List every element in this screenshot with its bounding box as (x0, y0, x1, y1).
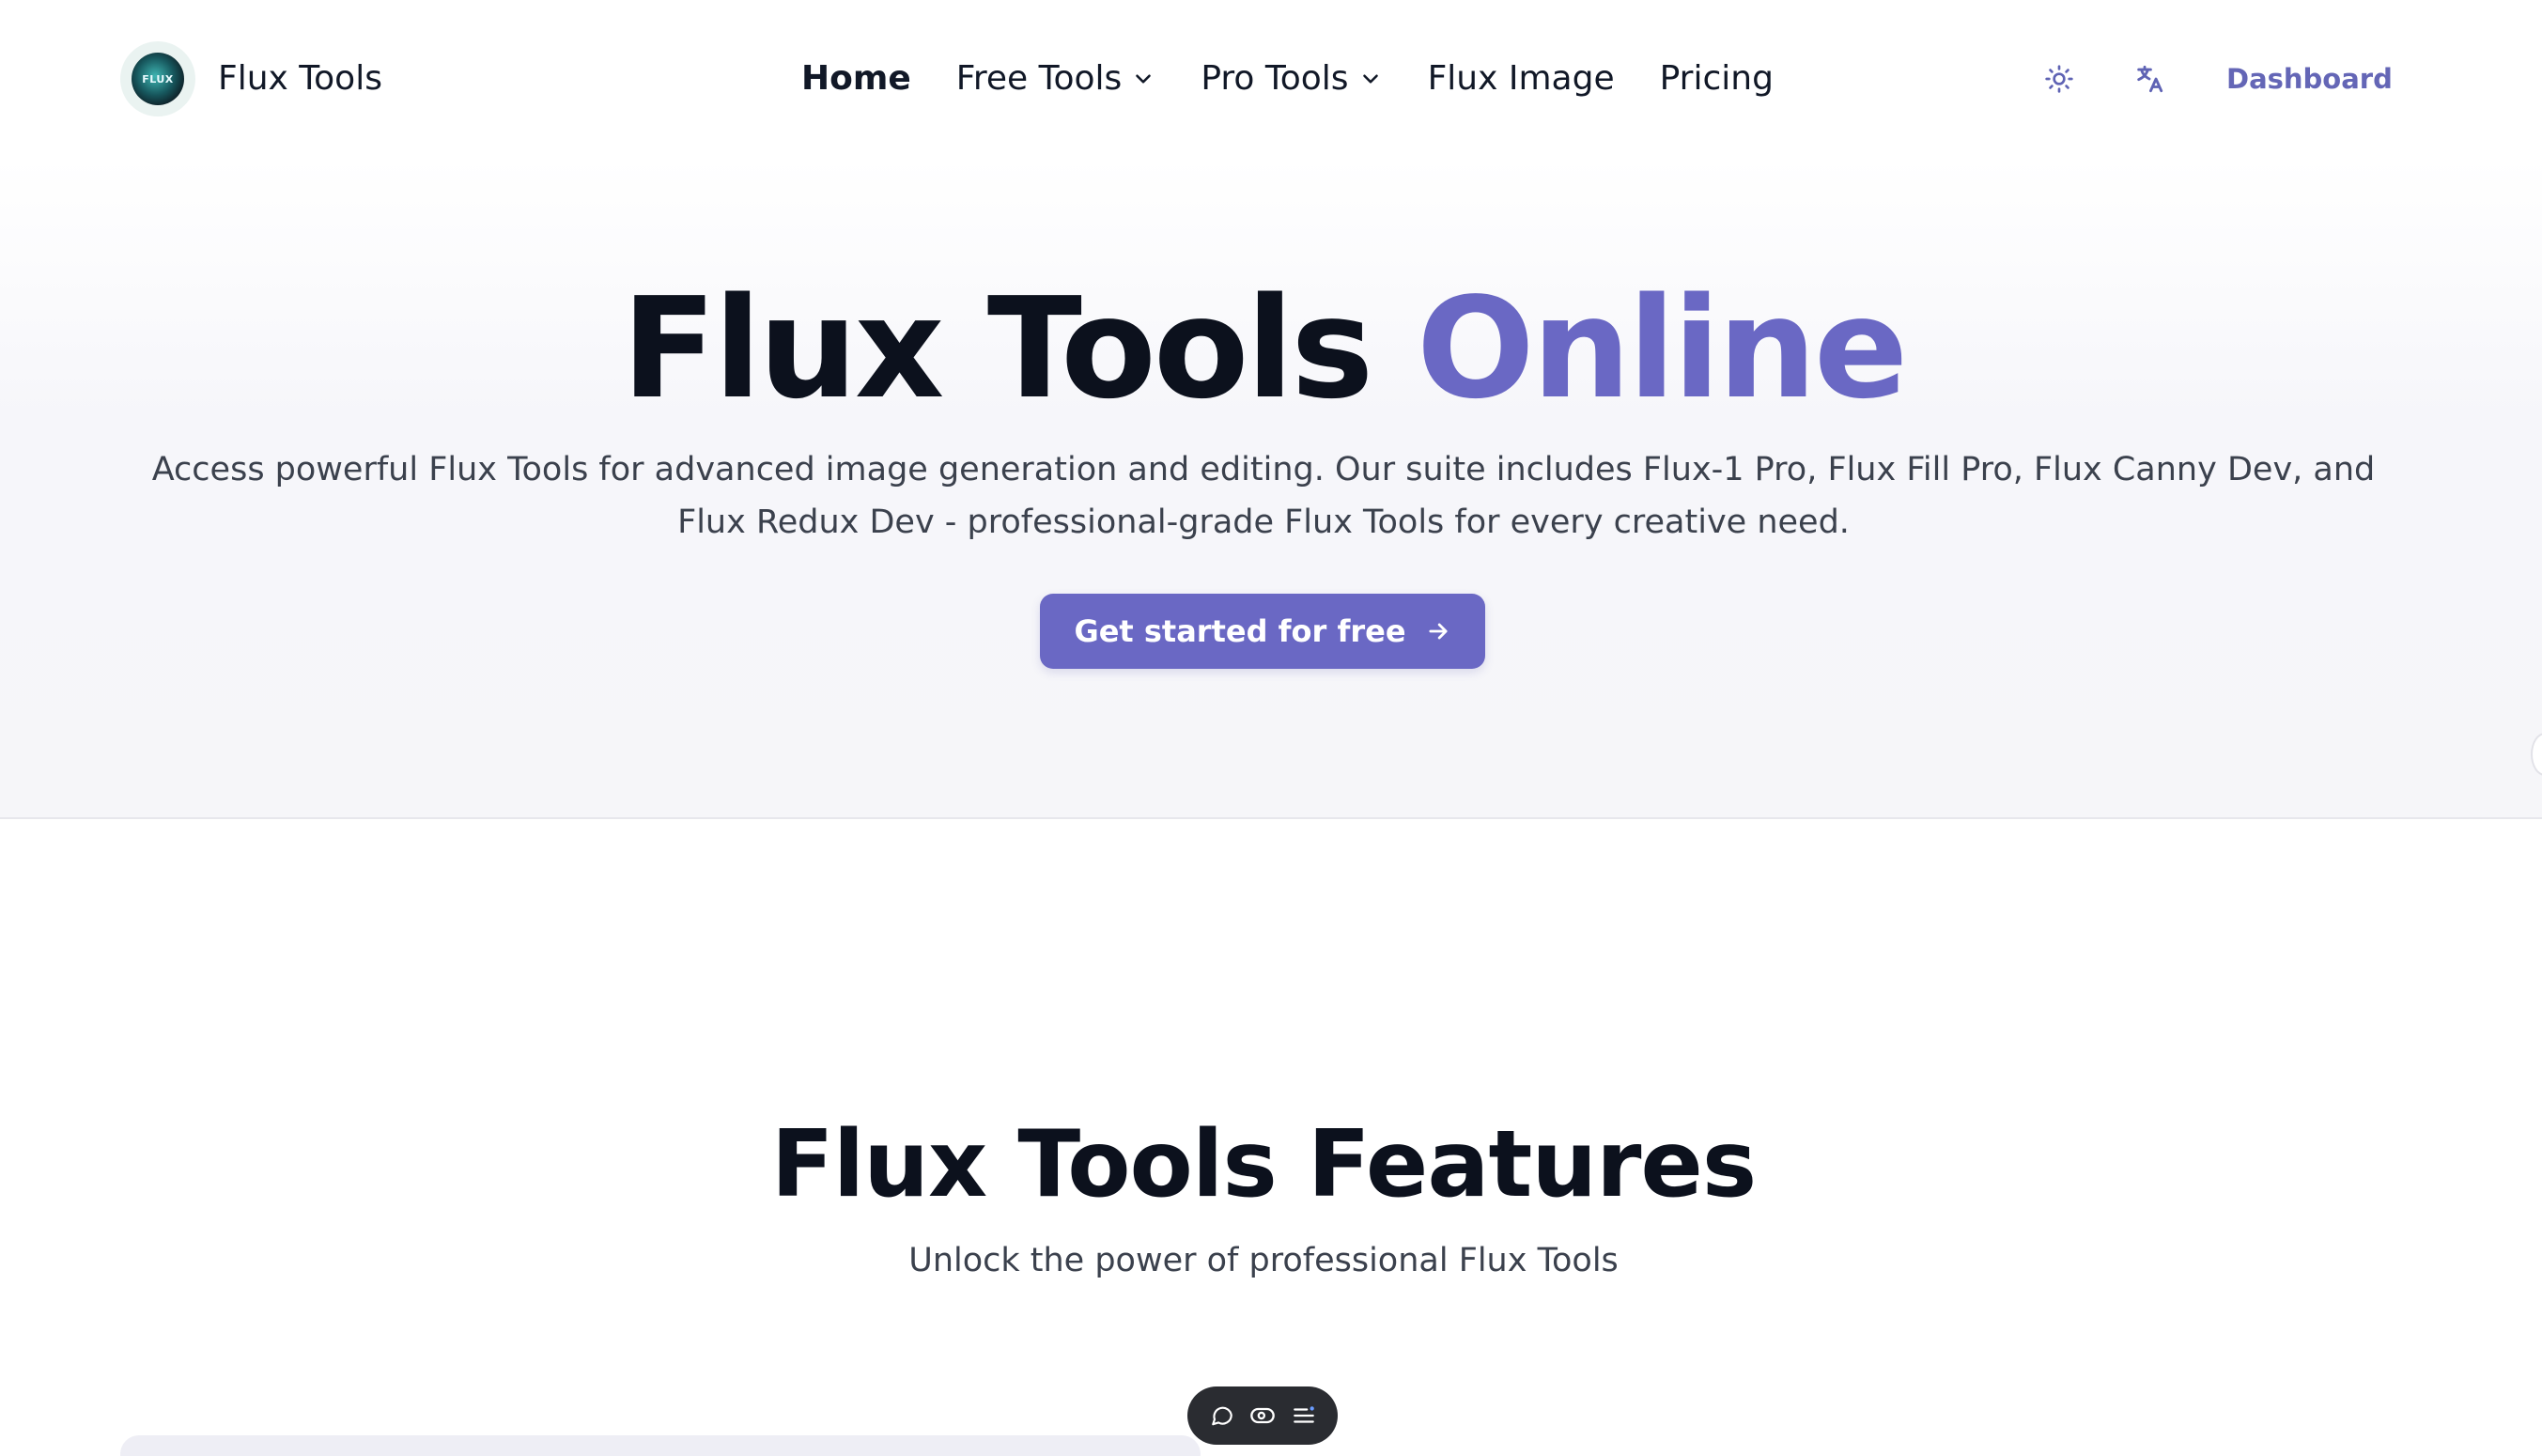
nav-item-pro-tools[interactable]: Pro Tools (1201, 54, 1382, 103)
hero-title: Flux Tools Online (0, 269, 2527, 428)
comment-button[interactable] (1206, 1400, 1238, 1432)
nav-item-pricing[interactable]: Pricing (1660, 54, 1774, 103)
menu-button[interactable] (1288, 1400, 1320, 1432)
hero-title-main: Flux Tools (621, 268, 1374, 429)
get-started-label: Get started for free (1074, 613, 1406, 649)
preview-button[interactable] (1247, 1400, 1279, 1432)
hero-description: Access powerful Flux Tools for advanced … (151, 451, 2376, 541)
feature-card (120, 1435, 1201, 1456)
comment-icon (1211, 1406, 1232, 1426)
brand-name[interactable]: Flux Tools (218, 54, 382, 103)
theme-toggle-button[interactable] (2031, 51, 2087, 107)
nav-item-label: Pro Tools (1201, 59, 1349, 98)
nav-item-flux-image[interactable]: Flux Image (1428, 54, 1615, 103)
chevron-down-icon (1136, 74, 1152, 84)
get-started-button[interactable]: Get started for free (1040, 594, 1485, 669)
eye-icon (1250, 1407, 1275, 1424)
menu-list-icon (1293, 1406, 1314, 1423)
logo-text: FLUX (142, 72, 174, 85)
nav-item-free-tools[interactable]: Free Tools (956, 54, 1156, 103)
nav-item-home[interactable]: Home (801, 54, 911, 103)
translate-icon (2137, 65, 2163, 93)
language-button[interactable] (2121, 51, 2178, 107)
logo-mark: FLUX (132, 53, 184, 105)
site-header: FLUX Flux Tools Home Free Tools Pro Tool… (0, 0, 2542, 158)
nav-item-label: Free Tools (955, 59, 1123, 98)
chevron-down-icon (1362, 74, 1378, 84)
hero-section: Flux Tools Online Access powerful Flux T… (0, 158, 2542, 819)
hero-title-accent: Online (1416, 268, 1908, 429)
nav-item-label: Pricing (1659, 59, 1774, 98)
features-subtitle: Unlock the power of professional Flux To… (908, 1242, 1619, 1279)
nav-item-label: Flux Image (1427, 59, 1615, 98)
nav-item-label: Home (801, 59, 911, 98)
dashboard-button[interactable]: Dashboard (2226, 56, 2393, 101)
floating-toolbar (1187, 1386, 1338, 1445)
arrow-right-icon (1428, 623, 1448, 640)
sun-icon (2045, 65, 2073, 93)
features-title: Flux Tools Features (770, 1111, 1757, 1218)
main-nav: Home Free Tools Pro Tools Flux Image Pri… (801, 54, 1774, 103)
logo[interactable]: FLUX (120, 41, 195, 116)
